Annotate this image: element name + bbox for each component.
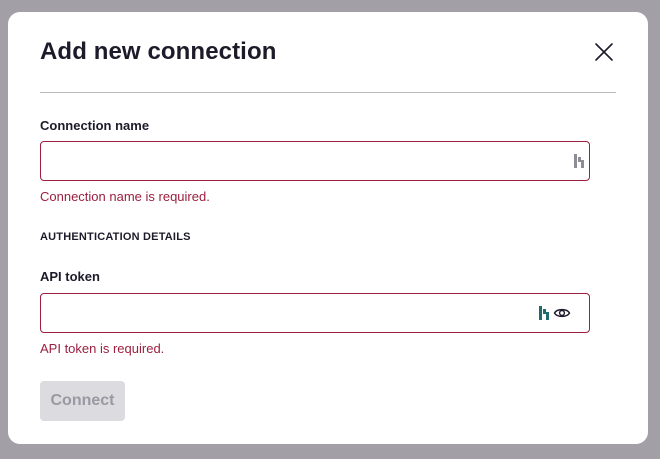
connection-name-error: Connection name is required.	[40, 189, 210, 204]
password-manager-icon[interactable]	[538, 306, 550, 320]
connect-button[interactable]: Connect	[40, 381, 125, 421]
api-token-field	[40, 293, 590, 333]
authentication-details-heading: AUTHENTICATION DETAILS	[40, 231, 191, 243]
password-manager-icon[interactable]	[573, 154, 585, 168]
api-token-error: API token is required.	[40, 341, 165, 356]
close-button[interactable]	[592, 40, 616, 64]
close-icon	[595, 43, 613, 61]
connection-name-input[interactable]	[41, 142, 589, 180]
eye-icon[interactable]	[553, 305, 571, 321]
connection-name-label: Connection name	[40, 118, 150, 133]
dialog-title: Add new connection	[40, 38, 277, 65]
api-token-label: API token	[40, 269, 100, 284]
connection-name-field	[40, 141, 590, 181]
header-divider	[40, 92, 616, 93]
add-connection-dialog: Add new connection Connection name Conne…	[8, 12, 648, 444]
api-token-input[interactable]	[41, 294, 589, 332]
